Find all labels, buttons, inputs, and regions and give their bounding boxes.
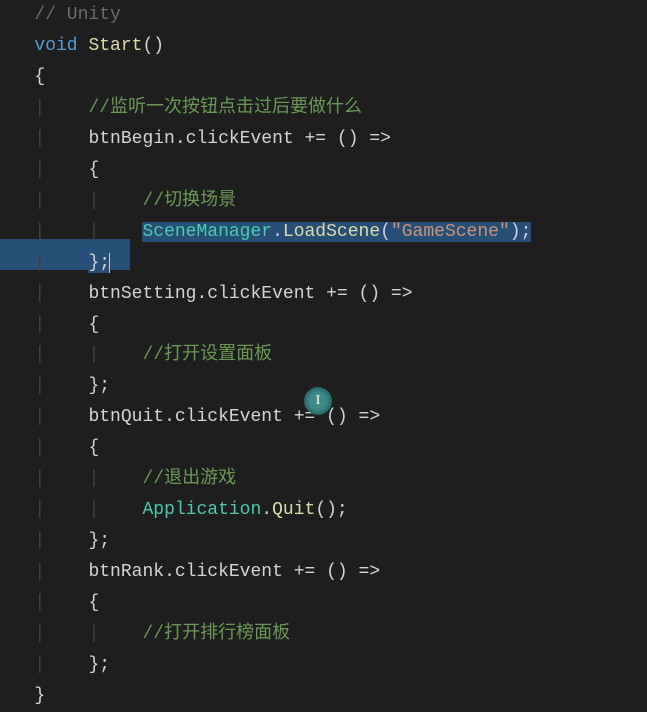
identifier: btnBegin (88, 129, 174, 149)
code-line[interactable]: | | SceneManager.LoadScene("GameScene"); (2, 217, 647, 248)
identifier: clickEvent (175, 562, 283, 582)
method-start: Start (88, 36, 142, 56)
code-editor-area[interactable]: // Unity void Start() { | //监听一次按钮点击过后要做… (0, 0, 647, 712)
code-line[interactable]: { (2, 62, 647, 93)
code-line[interactable]: | btnBegin.clickEvent += () => (2, 124, 647, 155)
brace-close: }; (88, 531, 110, 551)
brace-close: }; (88, 253, 110, 273)
identifier: btnSetting (88, 284, 196, 304)
code-line[interactable]: | { (2, 310, 647, 341)
code-line[interactable]: | btnSetting.clickEvent += () => (2, 279, 647, 310)
brace-close: } (34, 686, 45, 706)
code-line[interactable]: | | //打开排行榜面板 (2, 619, 647, 650)
comment: //切换场景 (142, 191, 236, 211)
code-line[interactable]: | { (2, 433, 647, 464)
code-line[interactable]: // Unity (2, 0, 647, 31)
comment: //打开排行榜面板 (142, 624, 290, 644)
comment: //打开设置面板 (142, 345, 272, 365)
keyword-void: void (34, 36, 77, 56)
method-name: LoadScene (283, 222, 380, 242)
comment: //退出游戏 (142, 469, 236, 489)
class-name: Application (142, 500, 261, 520)
brace-open: { (88, 438, 99, 458)
brace-close: }; (88, 655, 110, 675)
string-literal: "GameScene" (391, 222, 510, 242)
code-line[interactable]: void Start() (2, 31, 647, 62)
identifier: btnQuit (88, 407, 164, 427)
brace-open: { (88, 593, 99, 613)
code-line[interactable]: | | //打开设置面板 (2, 340, 647, 371)
code-line[interactable]: | { (2, 588, 647, 619)
identifier: clickEvent (175, 407, 283, 427)
code-line[interactable]: | //监听一次按钮点击过后要做什么 (2, 93, 647, 124)
code-line[interactable]: | | //切换场景 (2, 186, 647, 217)
code-line[interactable]: | { (2, 155, 647, 186)
comment: //监听一次按钮点击过后要做什么 (88, 98, 362, 118)
code-line[interactable]: } (2, 681, 647, 712)
code-line[interactable]: | }; (2, 650, 647, 681)
identifier: btnRank (88, 562, 164, 582)
method-name: Quit (272, 500, 315, 520)
brace-open: { (88, 315, 99, 335)
code-line[interactable]: | | //退出游戏 (2, 464, 647, 495)
paren: () (142, 36, 164, 56)
code-line[interactable]: | }; (2, 526, 647, 557)
brace-open: { (34, 67, 45, 87)
brace-open: { (88, 160, 99, 180)
comment-dim: // Unity (34, 5, 120, 25)
code-line[interactable]: | }; (2, 248, 647, 279)
identifier: clickEvent (186, 129, 294, 149)
code-line[interactable]: | | Application.Quit(); (2, 495, 647, 526)
text-cursor-indicator-icon (304, 387, 332, 415)
brace-close: }; (88, 376, 110, 396)
identifier: clickEvent (207, 284, 315, 304)
class-name: SceneManager (142, 222, 272, 242)
code-line[interactable]: | btnRank.clickEvent += () => (2, 557, 647, 588)
